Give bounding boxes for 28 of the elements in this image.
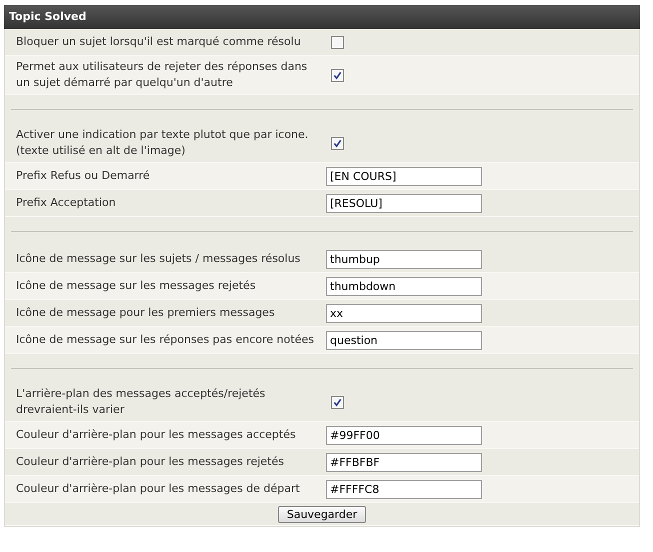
setting-label: Couleur d'arrière-plan pour les messages rejetés [15, 454, 285, 470]
setting-label: Couleur d'arrière-plan pour les messages acceptés [15, 427, 297, 443]
setting-label: Prefix Acceptation [15, 195, 117, 211]
setting-label: Couleur d'arrière-plan pour les messages de départ [15, 481, 301, 497]
setting-label: Prefix Refus ou Demarré [15, 168, 151, 184]
checkbox[interactable] [331, 136, 344, 150]
save-button[interactable]: Sauvegarder [278, 506, 366, 522]
setting-label: Icône de message sur les réponses pas encore notées [15, 332, 315, 348]
setting-label: Activer une indication par texte plutot que par icone. (texte utilisé en alt de l'image) [15, 127, 310, 159]
input-field[interactable]: [EN COURS] [326, 166, 482, 186]
checkbox[interactable] [331, 36, 344, 48]
input-field[interactable]: question [326, 330, 482, 350]
setting-label: Permet aux utilisateurs de rejeter des réponses dans un sujet démarré par quelqu'un d'autre [15, 59, 308, 91]
input-field[interactable]: thumbup [326, 250, 482, 268]
setting-label: Icône de message sur les messages rejetés [15, 278, 257, 294]
checkbox[interactable] [331, 396, 344, 408]
input-field[interactable]: xx [326, 304, 482, 322]
input-field[interactable]: thumbdown [326, 276, 482, 296]
input-field[interactable]: #FFBFBF [326, 452, 482, 472]
input-field[interactable]: [RESOLU] [326, 194, 482, 212]
setting-label: Bloquer un sujet lorsqu'il est marqué comme résolu [15, 34, 302, 50]
input-field[interactable]: #99FF00 [326, 426, 482, 444]
setting-label: L'arrière-plan des messages acceptés/rejetés drevraient-ils varier [15, 386, 266, 418]
input-field[interactable]: #FFFFC8 [326, 480, 482, 498]
setting-label: Icône de message sur les sujets / messages résolus [15, 251, 302, 267]
checkbox[interactable] [331, 68, 344, 82]
panel-title: Topic Solved [9, 10, 86, 23]
setting-label: Icône de message pour les premiers messages [15, 305, 276, 321]
